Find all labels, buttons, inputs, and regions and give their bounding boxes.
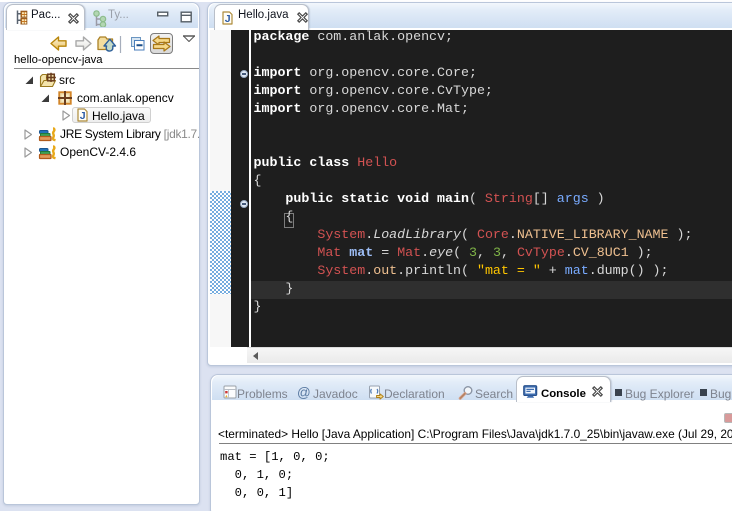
svg-text:J: J [225, 13, 231, 25]
svg-text:J: J [80, 110, 86, 122]
